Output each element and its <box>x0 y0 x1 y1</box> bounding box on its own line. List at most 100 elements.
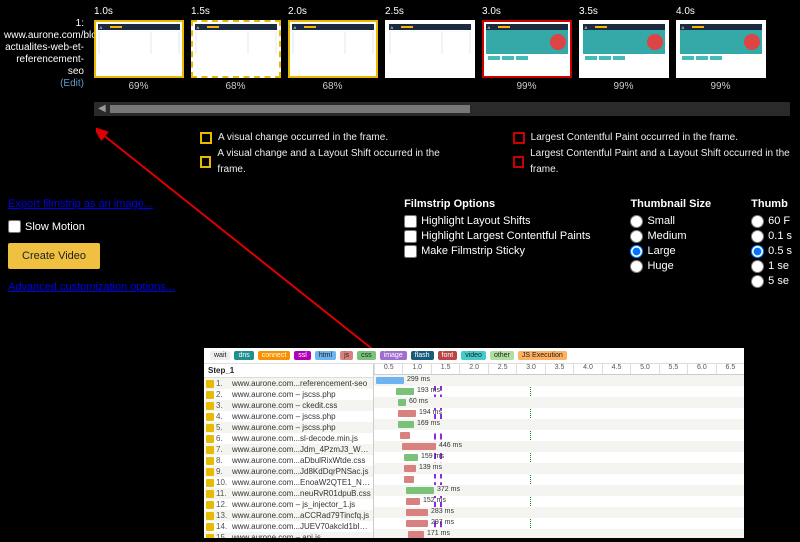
waterfall-tick: 5.5 <box>659 364 687 374</box>
waterfall-row[interactable]: 4.www.aurone.com – jscss.php <box>204 411 373 422</box>
filmstrip-frame[interactable]: 1.5sA68% <box>187 4 284 92</box>
int-05s[interactable]: 0.5 s <box>751 244 792 259</box>
int-5s[interactable]: 5 se <box>751 274 792 289</box>
size-huge[interactable]: Huge <box>630 259 711 274</box>
filmstrip-frame[interactable]: 2.0sA68% <box>284 4 381 92</box>
filmstrip-frame[interactable]: 4.0sA99% <box>672 4 769 92</box>
waterfall-bar-row: 193 ms <box>374 386 744 397</box>
opt-sticky[interactable]: Make Filmstrip Sticky <box>404 244 590 259</box>
waterfall-row[interactable]: 1.www.aurone.com...referencement-seo <box>204 378 373 389</box>
waterfall-row[interactable]: 6.www.aurone.com...sl-decode.min.js <box>204 433 373 444</box>
waterfall-bar-row: 194 ms <box>374 408 744 419</box>
waterfall-row[interactable]: 2.www.aurone.com – jscss.php <box>204 389 373 400</box>
filmstrip-scrollbar[interactable]: ◀ <box>94 102 790 116</box>
waterfall-tick: 6.5 <box>716 364 744 374</box>
frame-time: 2.5s <box>381 4 478 20</box>
thumbnail-interval: Thumb 60 F 0.1 s 0.5 s 1 se 5 se <box>751 198 792 289</box>
frames-container: 1.0sA69%1.5sA68%2.0sA68%2.5sA3.0sA99%3.5… <box>90 4 800 92</box>
waterfall-cat: wait <box>210 351 230 360</box>
int-60f[interactable]: 60 F <box>751 214 792 229</box>
frame-time: 2.0s <box>284 4 381 20</box>
frame-thumb[interactable]: A <box>676 20 766 78</box>
size-small[interactable]: Small <box>630 214 711 229</box>
waterfall-bar-row: 152 ms <box>374 496 744 507</box>
frame-time: 1.5s <box>187 4 284 20</box>
lock-icon <box>206 512 214 520</box>
frame-thumb[interactable]: A <box>482 20 572 78</box>
opt-hlcp[interactable]: Highlight Largest Contentful Paints <box>404 229 590 244</box>
advanced-link[interactable]: Advanced customization options... <box>8 281 208 293</box>
export-link[interactable]: Export filmstrip as an image... <box>8 198 208 210</box>
filmstrip-frame[interactable]: 1.0sA69% <box>90 4 187 92</box>
waterfall-row[interactable]: 3.www.aurone.com – ckedit.css <box>204 400 373 411</box>
waterfall-tick: 4.5 <box>602 364 630 374</box>
lock-icon <box>206 446 214 454</box>
waterfall-tick: 3.5 <box>545 364 573 374</box>
waterfall-legend: waitdnsconnectsslhtmljscssimageflashfont… <box>204 348 744 364</box>
frame-thumb[interactable]: A <box>288 20 378 78</box>
lock-icon <box>206 490 214 498</box>
waterfall-cat: other <box>490 351 514 360</box>
frame-percent: 68% <box>284 78 381 92</box>
waterfall-bar-row: 60 ms <box>374 397 744 408</box>
thumb-size-head: Thumbnail Size <box>630 198 711 210</box>
waterfall-row[interactable]: 8.www.aurone.com...aDbulRixWtde.css <box>204 455 373 466</box>
size-large[interactable]: Large <box>630 244 711 259</box>
filmstrip-options-head: Filmstrip Options <box>404 198 590 210</box>
scroll-thumb[interactable] <box>110 105 470 113</box>
frame-thumb[interactable]: A <box>191 20 281 78</box>
lock-icon <box>206 523 214 531</box>
legend-lcp-ls-icon <box>513 156 524 168</box>
waterfall-row[interactable]: 13.www.aurone.com...aCCRad79Tincfq.js <box>204 510 373 521</box>
scroll-left-icon[interactable]: ◀ <box>98 103 106 114</box>
frame-time: 4.0s <box>672 4 769 20</box>
waterfall-tick: 4.0 <box>573 364 601 374</box>
waterfall-row[interactable]: 14.www.aurone.com...JUEV70akcId1bIGl.js <box>204 521 373 532</box>
legend-visual-ls: A visual change and a Layout Shift occur… <box>217 146 452 178</box>
waterfall-tick: 3.0 <box>516 364 544 374</box>
int-1s[interactable]: 1 se <box>751 259 792 274</box>
frame-time: 1.0s <box>90 4 187 20</box>
lock-icon <box>206 457 214 465</box>
frame-thumb[interactable]: A <box>385 20 475 78</box>
filmstrip-frame[interactable]: 2.5sA <box>381 4 478 92</box>
filmstrip-frame[interactable]: 3.0sA99% <box>478 4 575 92</box>
waterfall-row[interactable]: 12.www.aurone.com – js_injector_1.js <box>204 499 373 510</box>
edit-link[interactable]: (Edit) <box>60 78 84 89</box>
row-label: 1: www.aurone.com/blog-actualites-web-et… <box>4 4 90 90</box>
frame-percent <box>381 78 478 81</box>
create-video-button[interactable]: Create Video <box>8 243 100 269</box>
frame-thumb[interactable]: A <box>579 20 669 78</box>
waterfall-row[interactable]: 7.www.aurone.com...Jdm_4PzmJ3_WR1.js <box>204 444 373 455</box>
int-01s[interactable]: 0.1 s <box>751 229 792 244</box>
opt-hls[interactable]: Highlight Layout Shifts <box>404 214 590 229</box>
waterfall-cat: dns <box>234 351 253 360</box>
frame-percent: 99% <box>478 78 575 92</box>
waterfall-row[interactable]: 10.www.aurone.com...EnoaW2QTE1_Nk.js <box>204 477 373 488</box>
waterfall-step: Step_1 <box>204 364 373 378</box>
waterfall-row[interactable]: 5.www.aurone.com – jscss.php <box>204 422 373 433</box>
slow-motion-input[interactable] <box>8 220 21 233</box>
waterfall-cat: video <box>461 351 486 360</box>
waterfall-tick: 5.0 <box>630 364 658 374</box>
legend-lcp-icon <box>513 132 525 144</box>
waterfall-row[interactable]: 9.www.aurone.com...Jd8KdDqrPNSac.js <box>204 466 373 477</box>
legend-visual: A visual change occurred in the frame. <box>218 130 388 146</box>
size-medium[interactable]: Medium <box>630 229 711 244</box>
legend: A visual change occurred in the frame. A… <box>200 130 800 178</box>
filmstrip-frame[interactable]: 3.5sA99% <box>575 4 672 92</box>
lock-icon <box>206 413 214 421</box>
thumbnail-size: Thumbnail Size Small Medium Large Huge <box>630 198 711 274</box>
waterfall-cat: ssl <box>294 351 311 360</box>
waterfall-bar-row: 446 ms <box>374 441 744 452</box>
legend-lcp: Largest Contentful Paint occurred in the… <box>531 130 738 146</box>
lock-icon <box>206 435 214 443</box>
legend-lcp-ls: Largest Contentful Paint and a Layout Sh… <box>530 146 800 178</box>
lock-icon <box>206 534 214 539</box>
slow-motion-checkbox[interactable]: Slow Motion <box>8 220 208 233</box>
waterfall-tick: 0.5 <box>374 364 402 374</box>
waterfall-row[interactable]: 11.www.aurone.com...neuRvR01dpuB.css <box>204 488 373 499</box>
waterfall-bar-row <box>374 474 744 485</box>
waterfall-row[interactable]: 15.www.aurone.com – api.js <box>204 532 373 538</box>
frame-thumb[interactable]: A <box>94 20 184 78</box>
